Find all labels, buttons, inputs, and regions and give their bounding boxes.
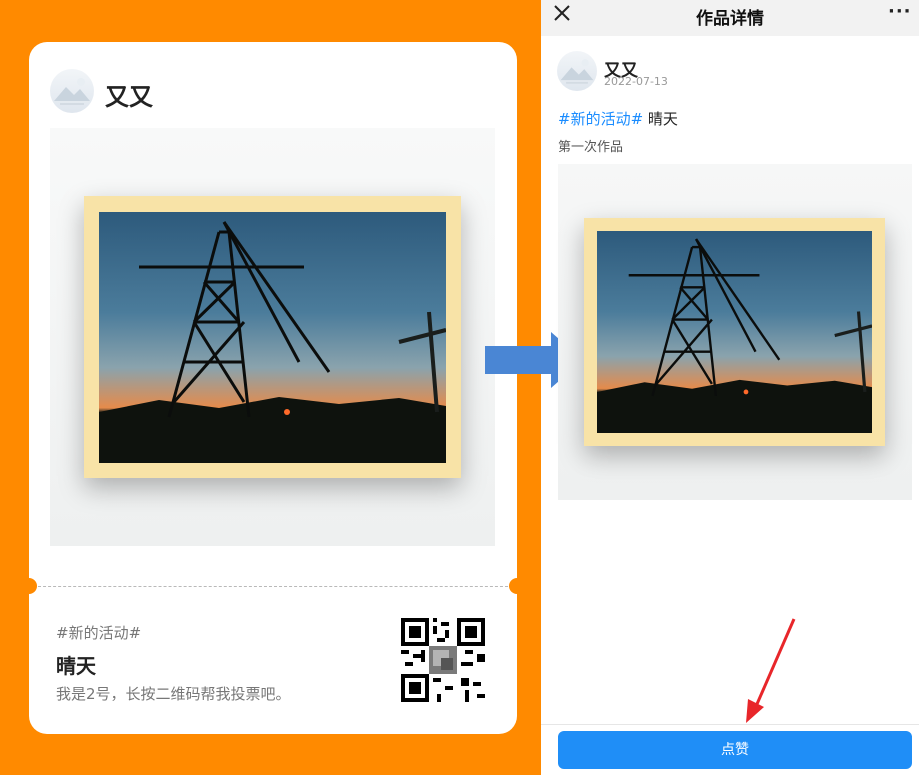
more-icon[interactable]: ··· <box>888 1 912 22</box>
author-avatar[interactable] <box>557 51 597 91</box>
like-button[interactable]: 点赞 <box>558 731 912 769</box>
poster-username: 又又 <box>105 83 153 111</box>
post-date: 2022-07-13 <box>604 75 668 88</box>
post-description: 第一次作品 <box>558 140 624 155</box>
post-headline: #新的活动# 晴天 <box>558 108 678 129</box>
poster-description: 我是2号，长按二维码帮我投票吧。 <box>56 685 291 703</box>
poster-notch-left <box>21 578 37 594</box>
post-photo[interactable] <box>597 231 872 433</box>
qr-code[interactable] <box>401 618 485 702</box>
post-hashtag-link[interactable]: #新的活动# <box>558 110 643 128</box>
poster-notch-right <box>509 578 525 594</box>
poster-title: 晴天 <box>56 654 96 678</box>
poster-photo <box>99 212 446 463</box>
poster-hashtag: #新的活动# <box>56 624 142 642</box>
poster-divider <box>33 586 513 587</box>
annotation-arrow-icon <box>740 615 800 725</box>
bottom-separator <box>541 724 919 725</box>
post-title: 晴天 <box>647 110 678 128</box>
poster-avatar <box>50 69 94 113</box>
page-title: 作品详情 <box>696 9 764 29</box>
